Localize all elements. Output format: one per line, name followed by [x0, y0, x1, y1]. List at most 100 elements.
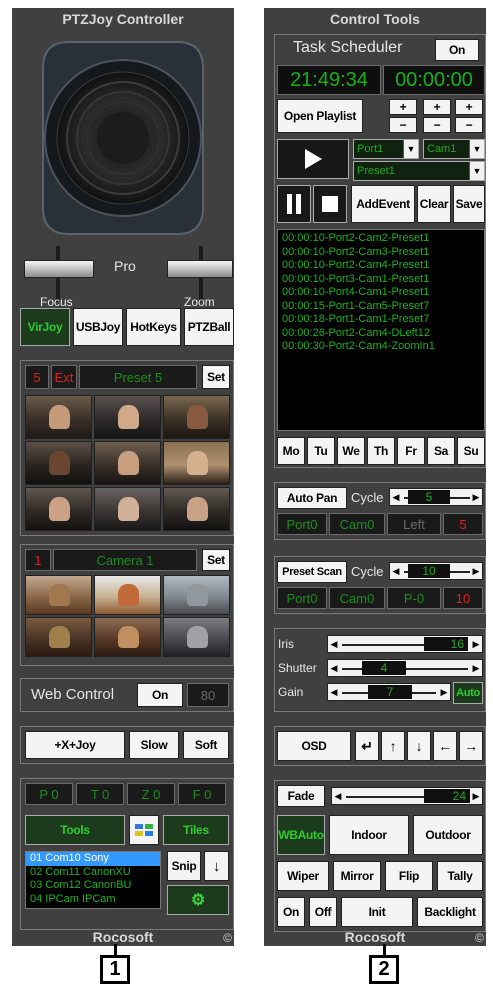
- wiper-button[interactable]: Wiper: [277, 861, 329, 891]
- thumbnail-tile[interactable]: [163, 487, 230, 531]
- day-saturday-button[interactable]: Sa: [427, 437, 455, 465]
- open-playlist-button[interactable]: Open Playlist: [277, 99, 363, 133]
- camera-list-item[interactable]: 03 Com12 CanonBU: [26, 879, 160, 893]
- tiles-grid-icon[interactable]: [129, 815, 159, 845]
- arrow-left-icon[interactable]: ◀: [328, 636, 340, 652]
- event-list-item[interactable]: 00:00:10-Port2-Cam2-Preset1: [278, 232, 484, 246]
- arrow-right-icon[interactable]: ▶: [470, 563, 482, 579]
- arrow-left-icon[interactable]: ◀: [328, 660, 340, 676]
- arrow-left-icon[interactable]: ◀: [390, 489, 402, 505]
- arrow-right-icon[interactable]: ▶: [470, 660, 482, 676]
- cam-select[interactable]: Cam1 ▼: [423, 139, 485, 159]
- play-icon[interactable]: [277, 139, 349, 179]
- day-thursday-button[interactable]: Th: [367, 437, 395, 465]
- shutter-slider[interactable]: ◀ 4 ▶: [327, 659, 483, 677]
- off-button[interactable]: Off: [309, 897, 337, 927]
- minutes-plus-button[interactable]: +: [423, 99, 451, 115]
- thumbnail-tile[interactable]: [25, 395, 92, 439]
- virjoy-button[interactable]: VirJoy: [20, 308, 70, 346]
- camera-list-item[interactable]: 01 Com10 Sony: [26, 852, 160, 866]
- clear-button[interactable]: Clear: [417, 185, 451, 223]
- gain-auto-button[interactable]: Auto: [453, 682, 483, 704]
- settings-gear-icon[interactable]: ⚙: [167, 885, 229, 915]
- add-event-button[interactable]: AddEvent: [351, 185, 415, 223]
- ptzball-button[interactable]: PTZBall: [184, 308, 234, 346]
- gain-slider[interactable]: ◀ 7 ▶: [327, 683, 451, 701]
- arrow-down-icon[interactable]: ↓: [204, 851, 229, 881]
- hotkeys-button[interactable]: HotKeys: [126, 308, 181, 346]
- flip-button[interactable]: Flip: [385, 861, 433, 891]
- thumbnail-tile[interactable]: [94, 441, 161, 485]
- thumbnail-tile[interactable]: [94, 575, 161, 615]
- tiles-button[interactable]: Tiles: [163, 815, 229, 845]
- thumbnail-tile[interactable]: [94, 617, 161, 657]
- osd-button[interactable]: OSD: [277, 731, 351, 761]
- preset-scan-cycle-slider[interactable]: ◀ 10 ▶: [389, 562, 483, 580]
- event-list-item[interactable]: 00:00:26-Port2-Cam4-DLeft12: [278, 327, 484, 341]
- thumbnail-tile[interactable]: [25, 617, 92, 657]
- thumbnail-tile[interactable]: [163, 441, 230, 485]
- tools-button[interactable]: Tools: [25, 815, 125, 845]
- hours-plus-button[interactable]: +: [389, 99, 417, 115]
- arrow-left-icon[interactable]: ◀: [390, 563, 402, 579]
- iris-slider[interactable]: ◀ 16 ▶: [327, 635, 483, 653]
- arrow-up-icon[interactable]: ↑: [381, 731, 405, 761]
- event-list-item[interactable]: 00:00:10-Port2-Cam3-Preset1: [278, 246, 484, 260]
- camera-set-button[interactable]: Set: [202, 549, 230, 571]
- event-list-item[interactable]: 00:00:30-Port2-Cam4-ZoomIn1: [278, 340, 484, 354]
- usbjoy-button[interactable]: USBJoy: [73, 308, 123, 346]
- snip-button[interactable]: Snip: [167, 851, 201, 881]
- save-button[interactable]: Save: [453, 185, 485, 223]
- thumbnail-tile[interactable]: [25, 575, 92, 615]
- camera-list-item[interactable]: 02 Com11 CanonXU: [26, 866, 160, 880]
- minutes-minus-button[interactable]: −: [423, 117, 451, 133]
- zoom-slider[interactable]: [167, 246, 237, 302]
- event-list-item[interactable]: 00:00:15-Port1-Cam5-Preset7: [278, 300, 484, 314]
- arrow-right-icon[interactable]: →: [459, 731, 483, 761]
- arrow-left-icon[interactable]: ←: [433, 731, 457, 761]
- day-friday-button[interactable]: Fr: [397, 437, 425, 465]
- preset-set-button[interactable]: Set: [202, 365, 230, 389]
- thumbnail-tile[interactable]: [25, 441, 92, 485]
- event-list-item[interactable]: 00:00:10-Port2-Cam4-Preset1: [278, 259, 484, 273]
- hours-minus-button[interactable]: −: [389, 117, 417, 133]
- thumbnail-tile[interactable]: [163, 617, 230, 657]
- tally-button[interactable]: Tally: [437, 861, 483, 891]
- web-control-port[interactable]: 80: [187, 683, 229, 707]
- backlight-button[interactable]: Backlight: [417, 897, 483, 927]
- focus-slider[interactable]: [24, 246, 94, 302]
- camera-list[interactable]: 01 Com10 Sony 02 Com11 CanonXU 03 Com12 …: [25, 851, 161, 909]
- thumbnail-tile[interactable]: [25, 487, 92, 531]
- camera-list-item[interactable]: 04 IPCam IPCam: [26, 893, 160, 907]
- arrow-right-icon[interactable]: ▶: [470, 636, 482, 652]
- init-button[interactable]: Init: [341, 897, 413, 927]
- seconds-plus-button[interactable]: +: [455, 99, 483, 115]
- joystick[interactable]: [39, 38, 207, 238]
- port-select[interactable]: Port1 ▼: [353, 139, 419, 159]
- thumbnail-tile[interactable]: [94, 395, 161, 439]
- thumbnail-tile[interactable]: [163, 395, 230, 439]
- preset-scan-button[interactable]: Preset Scan: [277, 561, 347, 583]
- scheduler-on-button[interactable]: On: [435, 39, 479, 61]
- arrow-down-icon[interactable]: ↓: [407, 731, 431, 761]
- auto-pan-button[interactable]: Auto Pan: [277, 487, 347, 509]
- wb-auto-button[interactable]: WBAuto: [277, 815, 325, 855]
- pause-icon[interactable]: [277, 185, 311, 223]
- preset-select[interactable]: Preset1 ▼: [353, 161, 485, 181]
- stop-icon[interactable]: [313, 185, 347, 223]
- fade-slider[interactable]: ◀ 24 ▶: [331, 787, 483, 805]
- arrow-right-icon[interactable]: ▶: [470, 489, 482, 505]
- day-monday-button[interactable]: Mo: [277, 437, 305, 465]
- fade-button[interactable]: Fade: [277, 785, 325, 807]
- arrow-left-icon[interactable]: ◀: [332, 788, 344, 804]
- event-list-item[interactable]: 00:00:10-Port4-Cam1-Preset1: [278, 286, 484, 300]
- event-list-item[interactable]: 00:00:10-Port3-Cam1-Preset1: [278, 273, 484, 287]
- day-tuesday-button[interactable]: Tu: [307, 437, 335, 465]
- arrow-right-icon[interactable]: ▶: [470, 788, 482, 804]
- event-list-item[interactable]: 00:00:18-Port1-Cam1-Preset7: [278, 313, 484, 327]
- event-list[interactable]: 00:00:10-Port2-Cam2-Preset1 00:00:10-Por…: [277, 229, 485, 431]
- day-sunday-button[interactable]: Su: [457, 437, 485, 465]
- soft-button[interactable]: Soft: [183, 731, 229, 759]
- xjoy-button[interactable]: +X+Joy: [25, 731, 125, 759]
- mirror-button[interactable]: Mirror: [333, 861, 381, 891]
